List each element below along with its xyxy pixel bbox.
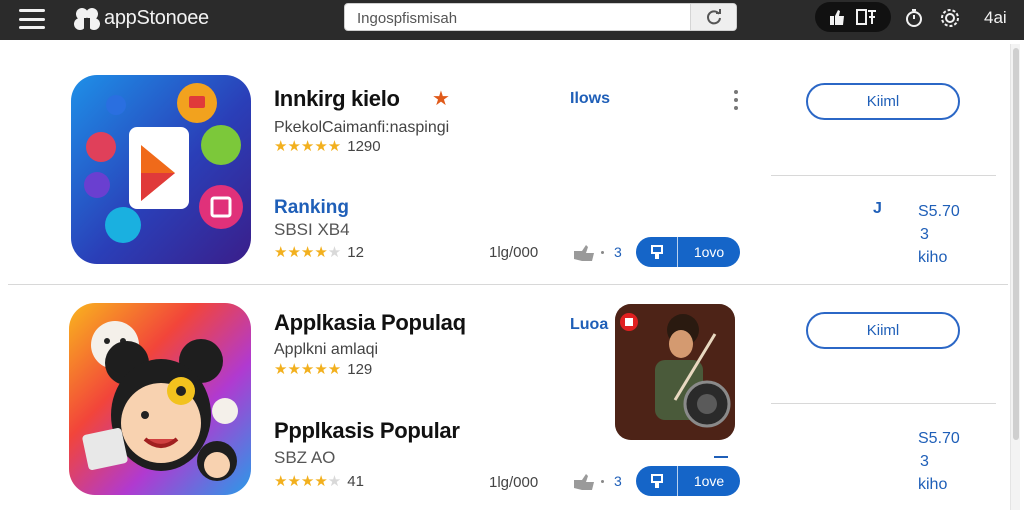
app-icon-2-art [69,303,251,495]
app-store-logo-icon [74,8,100,30]
top-bar: appStonoee Ingospfismisah 4ai [0,0,1024,40]
vertical-scrollbar[interactable] [1010,44,1020,510]
refresh-button[interactable] [690,4,736,30]
divider [771,175,996,176]
ranking-heading[interactable]: Ranking [274,197,349,219]
app-title-1[interactable]: Innkirg kielo [274,86,400,112]
app-name[interactable]: appStonoee [104,7,209,30]
share-icon[interactable] [572,243,598,263]
price-value: S5.70 [918,203,960,220]
star-rating-icon: ★★★★★ [274,138,342,155]
separator-dot [601,251,604,254]
notification-count[interactable]: 4ai [984,8,1007,28]
install-button-2[interactable]: Kiiml [806,312,960,349]
more-options-icon[interactable] [733,90,739,110]
share-count-1: 3 [614,244,622,260]
share-count-2: 3 [614,473,622,489]
category-tag-2[interactable]: Luoa [570,316,608,334]
search-bar[interactable]: Ingospfismisah [344,3,737,31]
action-button-2[interactable]: 1ove [636,466,740,496]
app-code-3: SBZ AO [274,448,336,467]
separator-dot [601,480,604,483]
price-info-2: S5.70 3 kiho [918,427,960,496]
price-count: 3 [920,226,929,243]
ranking-code: SBSI XB4 [274,220,350,239]
action-button-1[interactable]: 1ovo [636,237,740,267]
bookmark-icon [636,466,678,496]
app-title-2[interactable]: Applkasia Populaq [274,310,466,336]
category-tag-1[interactable]: Ilows [570,90,610,108]
action-label: 1ovo [693,244,725,260]
scrollbar-thumb[interactable] [1013,48,1019,440]
price-value: S5.70 [918,430,960,447]
rating-count: 1290 [347,137,381,155]
star-rating-icon: ★★★★★ [274,244,342,261]
app-icon-1-art [71,75,251,264]
search-input[interactable]: Ingospfismisah [357,10,457,27]
rating-count: 129 [347,360,373,378]
star-rating-icon: ★★★★★ [274,361,342,378]
rating-count: 12 [347,243,364,261]
app-subtitle-1: PkekolCaimanfi:naspingi [274,119,450,136]
price-unit: kiho [918,249,948,266]
timer-icon[interactable] [903,7,925,29]
app-rating-2: ★★★★★ 129 [274,360,373,379]
thumbs-up-icon[interactable] [828,8,846,26]
account-pill[interactable] [815,2,891,32]
refresh-icon [706,9,721,25]
divider [771,403,996,404]
app-subtitle-2: Applkni amlaqi [274,341,379,358]
section-divider [8,284,1008,285]
rating-count: 41 [347,472,364,490]
app-icon-2[interactable] [69,303,251,495]
video-thumbnail-art [615,304,735,440]
price-info-1: S5.70 3 kiho [918,200,960,269]
download-count-2: 1lg/000 [489,474,539,491]
share-icon[interactable] [572,472,598,492]
dash-indicator [714,456,728,458]
video-thumbnail[interactable] [615,304,735,440]
price-note-icon: J [873,200,882,217]
download-count-1: 1lg/000 [489,244,539,261]
price-count: 3 [920,453,929,470]
settings-gear-icon[interactable] [939,7,961,29]
app-rating-3: ★★★★★ 41 [274,472,364,491]
action-label: 1ove [693,473,725,489]
app-icon-1[interactable] [71,75,251,264]
star-rating-icon: ★★★★★ [274,473,342,490]
install-button-1[interactable]: Kiiml [806,83,960,120]
featured-star-icon: ★ [432,88,450,110]
bookmark-icon [636,237,678,267]
app-rating-1: ★★★★★ 1290 [274,137,381,156]
price-unit: kiho [918,476,948,493]
ranking-rating: ★★★★★ 12 [274,243,364,262]
translate-icon[interactable] [856,8,878,26]
app-title-3[interactable]: Ppplkasis Popular [274,418,460,444]
hamburger-menu-icon[interactable] [19,9,45,29]
